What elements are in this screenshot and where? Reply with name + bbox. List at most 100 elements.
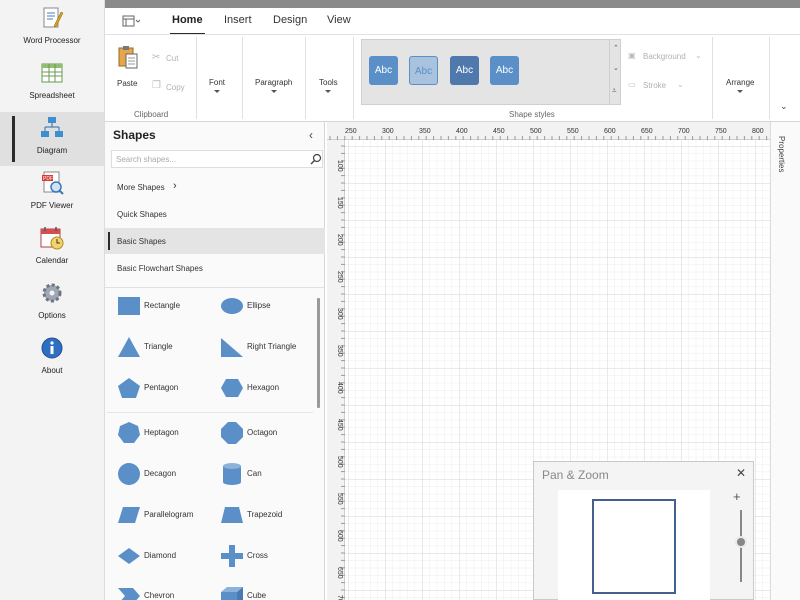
rectangle-icon [118, 297, 140, 315]
shape-item-octagon[interactable]: Octagon [220, 419, 317, 447]
shape-item-cross[interactable]: Cross [220, 542, 317, 570]
shape-style-swatch-4[interactable]: Abc [490, 56, 519, 85]
swatch-label: Abc [374, 65, 393, 76]
pan-zoom-title: Pan & Zoom [542, 468, 609, 482]
nav-item-spreadsheet[interactable]: Spreadsheet [0, 57, 104, 111]
shape-item-hexagon[interactable]: Hexagon [220, 374, 317, 402]
triangle-icon [118, 337, 140, 357]
nav-label: About [41, 366, 63, 375]
close-icon[interactable]: ✕ [736, 466, 746, 480]
shape-item-triangle[interactable]: Triangle [117, 333, 217, 361]
nav-item-pdf-viewer[interactable]: PDF PDF Viewer [0, 167, 104, 221]
font-button[interactable]: Font [209, 78, 225, 93]
shape-styles-group-label: Shape styles [509, 110, 555, 119]
shape-search [111, 150, 323, 168]
nav-item-diagram[interactable]: Diagram [0, 112, 104, 166]
shape-styles-gallery: Abc Abc Abc Abc ⌃ ⌄ ⩡ [361, 39, 621, 105]
properties-panel-tab[interactable]: Properties [770, 122, 800, 600]
zoom-in-icon[interactable]: + [733, 489, 741, 504]
category-basic-shapes[interactable]: Basic Shapes [105, 228, 325, 254]
chevron-down-icon[interactable]: ⌄ [613, 64, 619, 72]
divider [107, 412, 313, 413]
shape-item-can[interactable]: Can [220, 460, 317, 488]
shape-item-right-triangle[interactable]: Right Triangle [220, 333, 317, 361]
search-icon[interactable] [310, 153, 322, 165]
paste-button[interactable]: Paste [113, 43, 143, 93]
ruler-label: 550 [336, 493, 343, 505]
shape-item-pentagon[interactable]: Pentagon [117, 374, 217, 402]
search-input[interactable] [116, 153, 296, 165]
nav-label: Calendar [35, 256, 69, 265]
tab-home[interactable]: Home [170, 14, 205, 35]
calendar-icon [40, 227, 64, 250]
collapse-ribbon-icon[interactable]: ⌄ [780, 101, 788, 112]
arrange-button[interactable]: Arrange [726, 78, 754, 93]
quick-access-menu-icon[interactable] [122, 15, 140, 27]
trapezoid-icon [221, 507, 243, 523]
background-button[interactable]: ▣ Background ⌄ [628, 51, 703, 63]
paragraph-button[interactable]: Paragraph [255, 78, 292, 93]
shape-item-parallelogram[interactable]: Parallelogram [117, 501, 217, 529]
category-basic-flowchart-shapes[interactable]: Basic Flowchart Shapes [105, 255, 325, 281]
diagram-icon [41, 117, 63, 137]
cube-icon [221, 587, 243, 600]
expand-gallery-icon[interactable]: ⩡ [612, 86, 617, 96]
shape-list-scrollbar[interactable] [317, 298, 320, 408]
tools-button[interactable]: Tools [319, 78, 338, 93]
copy-button[interactable]: Copy [166, 83, 185, 92]
chevron-down-icon: ⌄ [677, 80, 684, 89]
ribbon-separator [353, 37, 354, 119]
viewport-rectangle[interactable] [592, 499, 676, 594]
category-label: Basic Shapes [117, 237, 166, 246]
category-more-shapes[interactable]: More Shapes › [105, 174, 325, 200]
shape-style-swatch-3[interactable]: Abc [450, 56, 479, 85]
shape-item-trapezoid[interactable]: Trapezoid [220, 501, 317, 529]
zoom-slider-thumb[interactable] [735, 536, 747, 549]
shape-item-cube[interactable]: Cube [220, 582, 317, 600]
shape-style-swatch-2[interactable]: Abc [409, 56, 438, 85]
nav-label: Spreadsheet [29, 91, 75, 100]
ruler-label: 700 [678, 128, 690, 135]
nav-item-calendar[interactable]: Calendar [0, 222, 104, 276]
chevron-down-icon [325, 90, 332, 93]
shape-item-decagon[interactable]: Decagon [117, 460, 217, 488]
swatch-label: Abc [414, 66, 433, 77]
ruler-ticks: 250 300 350 400 450 500 550 600 650 700 … [329, 128, 768, 140]
collapse-panel-icon[interactable]: ‹ [309, 128, 313, 142]
chevron-icon [118, 588, 140, 600]
shape-item-chevron[interactable]: Chevron [117, 582, 217, 600]
tab-design[interactable]: Design [273, 14, 307, 26]
pan-zoom-preview[interactable] [558, 490, 710, 600]
ribbon-separator [196, 37, 197, 119]
ruler-label: 400 [456, 128, 468, 135]
right-triangle-icon [221, 338, 243, 357]
ribbon-tabs: Home Insert Design View [105, 8, 800, 35]
category-quick-shapes[interactable]: Quick Shapes [105, 201, 325, 227]
shape-item-heptagon[interactable]: Heptagon [117, 419, 217, 447]
shape-name: Parallelogram [144, 510, 194, 519]
chevron-up-icon[interactable]: ⌃ [613, 44, 619, 52]
nav-label: Word Processor [23, 36, 81, 45]
shapes-panel: Shapes ‹ More Shapes › Quick Shapes Basi… [105, 122, 325, 600]
ruler-label: 300 [336, 308, 343, 320]
ruler-label: 600 [604, 128, 616, 135]
ribbon-separator [242, 37, 243, 119]
nav-item-about[interactable]: About [0, 332, 104, 386]
gear-icon [42, 283, 62, 303]
stroke-button[interactable]: ▭ Stroke ⌄ [628, 80, 688, 92]
ellipse-icon [221, 298, 243, 314]
shape-item-ellipse[interactable]: Ellipse [220, 292, 317, 320]
shape-item-diamond[interactable]: Diamond [117, 542, 217, 570]
shape-name: Chevron [144, 591, 175, 600]
cut-button[interactable]: Cut [166, 54, 178, 63]
nav-item-word-processor[interactable]: Word Processor [0, 2, 104, 56]
ruler-label: 550 [567, 128, 579, 135]
shape-name: Hexagon [247, 383, 280, 392]
tab-view[interactable]: View [327, 14, 351, 26]
shape-style-swatch-1[interactable]: Abc [369, 56, 398, 85]
shape-list: Rectangle Ellipse Triangle Right Triangl… [105, 288, 317, 600]
shape-item-rectangle[interactable]: Rectangle [117, 292, 217, 320]
tab-insert[interactable]: Insert [224, 14, 252, 26]
nav-item-options[interactable]: Options [0, 277, 104, 331]
ribbon-separator [305, 37, 306, 119]
